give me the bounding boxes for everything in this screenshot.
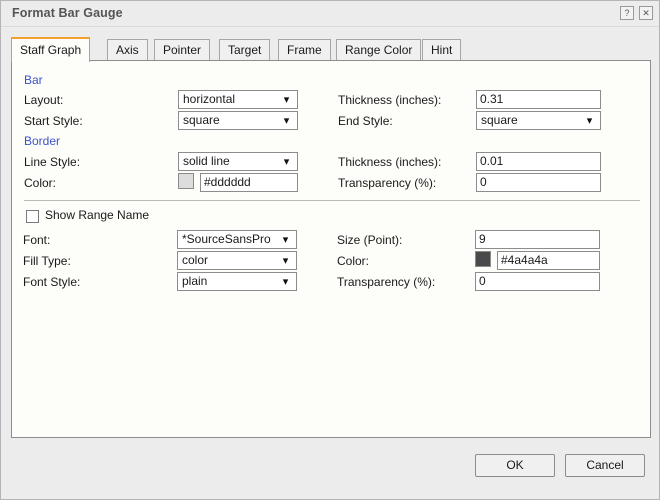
line-style-select-value: solid line: [183, 154, 230, 168]
start-style-select-value: square: [183, 113, 220, 127]
cancel-button[interactable]: Cancel: [565, 454, 645, 477]
help-icon[interactable]: ?: [620, 6, 634, 20]
label-fill-type: Fill Type:: [23, 254, 71, 268]
label-font-style: Font Style:: [23, 275, 81, 289]
label-border-transparency: Transparency (%):: [338, 176, 437, 190]
font-style-select-value: plain: [182, 274, 208, 288]
font-select[interactable]: *SourceSansPro ▾: [177, 230, 297, 249]
font-color-swatch[interactable]: [475, 251, 491, 267]
section-rule: [24, 141, 640, 142]
chevron-down-icon: ▾: [282, 276, 289, 288]
close-icon[interactable]: ✕: [639, 6, 653, 20]
border-color-input[interactable]: #dddddd: [200, 173, 298, 192]
section-bar-label: Bar: [24, 73, 48, 87]
section-rule: [24, 80, 640, 81]
bar-thickness-input[interactable]: 0.31: [476, 90, 601, 109]
font-size-input[interactable]: 9: [475, 230, 600, 249]
tab-staff-graph[interactable]: Staff Graph: [11, 37, 91, 62]
label-border-color: Color:: [24, 176, 57, 190]
font-select-value: *SourceSansPro: [182, 232, 271, 246]
section-border-label: Border: [24, 134, 66, 148]
tab-pointer[interactable]: Pointer: [154, 39, 211, 61]
tab-strip: Staff Graph Axis Pointer Target Frame Ra…: [11, 37, 651, 62]
tab-range-color[interactable]: Range Color: [336, 39, 422, 61]
label-font: Font:: [23, 233, 51, 247]
layout-select[interactable]: horizontal ▾: [178, 90, 298, 109]
fill-type-select-value: color: [182, 253, 209, 267]
border-transparency-input[interactable]: 0: [476, 173, 601, 192]
section-divider: [24, 200, 640, 201]
chevron-down-icon: ▾: [586, 115, 593, 127]
chevron-down-icon: ▾: [283, 94, 290, 106]
label-line-style: Line Style:: [24, 155, 81, 169]
label-font-color: Color:: [337, 254, 370, 268]
chevron-down-icon: ▾: [282, 234, 289, 246]
font-transparency-input[interactable]: 0: [475, 272, 600, 291]
chevron-down-icon: ▾: [283, 115, 290, 127]
layout-select-value: horizontal: [183, 92, 236, 106]
border-thickness-input[interactable]: 0.01: [476, 152, 601, 171]
line-style-select[interactable]: solid line ▾: [178, 152, 298, 171]
font-style-select[interactable]: plain ▾: [177, 272, 297, 291]
ok-button[interactable]: OK: [475, 454, 555, 477]
label-font-transparency: Transparency (%):: [337, 275, 436, 289]
border-color-swatch[interactable]: [178, 173, 194, 189]
tab-axis[interactable]: Axis: [107, 39, 148, 61]
start-style-select[interactable]: square ▾: [178, 111, 298, 130]
title-bar: Format Bar Gauge ? ✕: [1, 1, 659, 27]
format-bar-gauge-dialog: Format Bar Gauge ? ✕ Staff Graph Axis Po…: [0, 0, 660, 500]
label-layout: Layout:: [24, 93, 64, 107]
font-color-input[interactable]: #4a4a4a: [497, 251, 600, 270]
chevron-down-icon: ▾: [283, 156, 290, 168]
tab-frame[interactable]: Frame: [278, 39, 331, 61]
end-style-select-value: square: [481, 113, 518, 127]
end-style-select[interactable]: square ▾: [476, 111, 601, 130]
tab-hint[interactable]: Hint: [422, 39, 462, 61]
fill-type-select[interactable]: color ▾: [177, 251, 297, 270]
section-bar: Bar: [24, 73, 640, 87]
label-end-style: End Style:: [338, 114, 393, 128]
section-border: Border: [24, 134, 640, 148]
chevron-down-icon: ▾: [282, 255, 289, 267]
label-font-size: Size (Point):: [337, 233, 403, 247]
staff-graph-panel: Bar Layout: horizontal ▾ Thickness (inch…: [11, 60, 651, 438]
window-title: Format Bar Gauge: [12, 6, 123, 20]
show-range-name-checkbox[interactable]: [26, 210, 39, 223]
tab-target[interactable]: Target: [219, 39, 271, 61]
label-start-style: Start Style:: [24, 114, 83, 128]
show-range-name-label: Show Range Name: [45, 208, 150, 222]
label-bar-thickness: Thickness (inches):: [338, 93, 442, 107]
label-border-thickness: Thickness (inches):: [338, 155, 442, 169]
